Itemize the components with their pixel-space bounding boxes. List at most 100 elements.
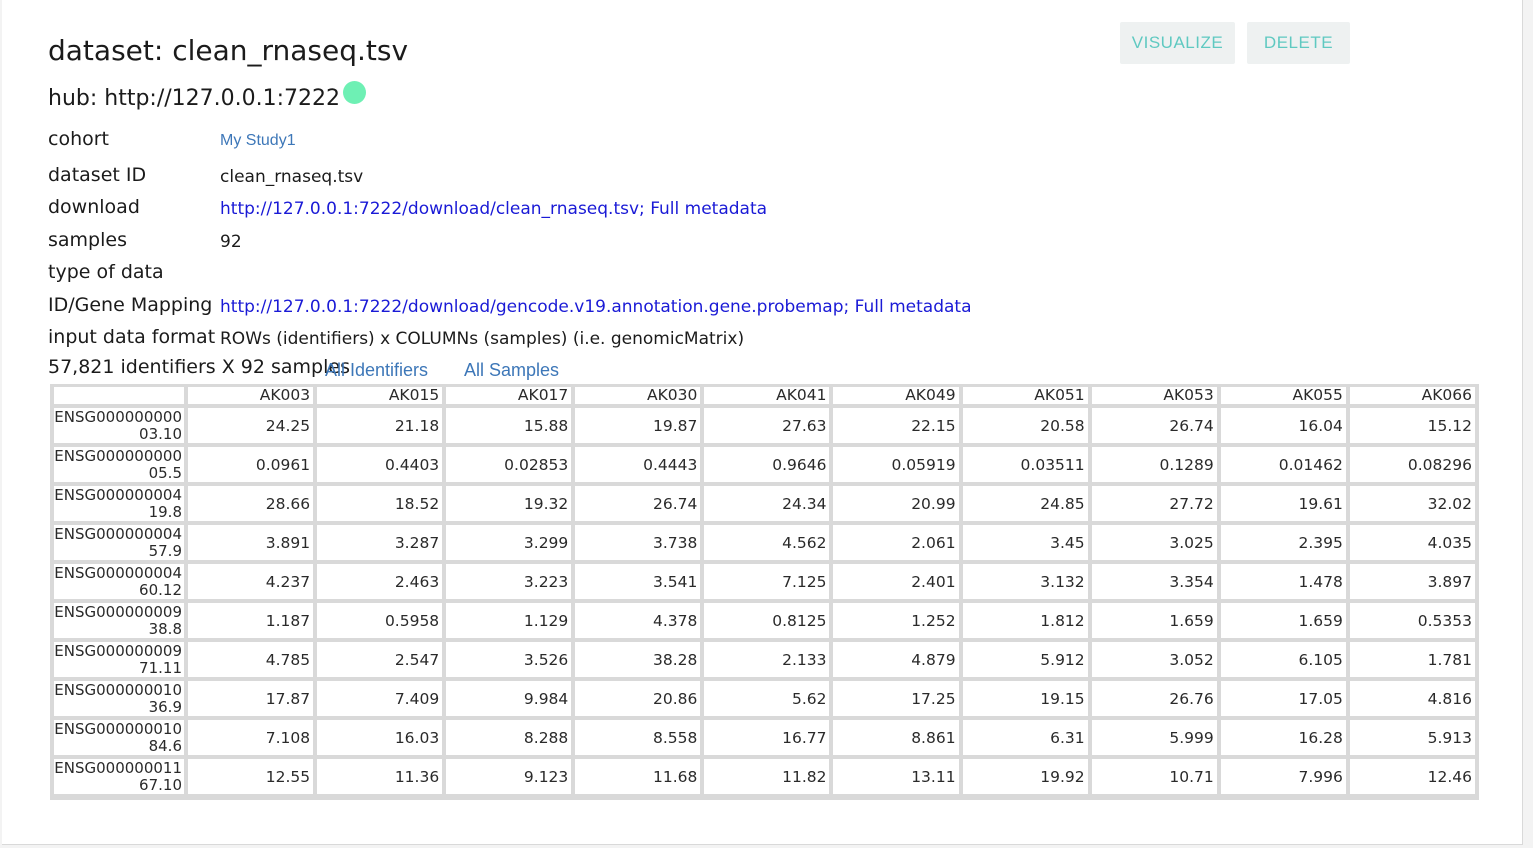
table-cell: 3.891: [188, 525, 314, 560]
table-cell: 22.15: [833, 408, 959, 443]
table-cell: 7.996: [1220, 759, 1346, 794]
table-cell: 24.25: [188, 408, 314, 443]
table-cell: 1.659: [1220, 603, 1346, 638]
row-identifier: ENSG00000001084.6: [54, 719, 184, 755]
cohort-label: cohort: [48, 128, 109, 150]
table-cell: 16.03: [317, 720, 443, 755]
table-cell: 3.052: [1091, 642, 1217, 677]
column-header-ak053: AK053: [1091, 387, 1217, 404]
probemap-link[interactable]: http://127.0.0.1:7222/download/gencode.v…: [220, 297, 844, 317]
table-cell: 26.76: [1091, 681, 1217, 716]
table-cell: 26.74: [1091, 408, 1217, 443]
table-cell: 3.526: [446, 642, 572, 677]
table-cell: 13.11: [833, 759, 959, 794]
column-header-ak017: AK017: [446, 387, 572, 404]
table-cell: 19.92: [962, 759, 1088, 794]
input-format-value: ROWs (identifiers) x COLUMNs (samples) (…: [220, 329, 745, 349]
table-cell: 3.287: [317, 525, 443, 560]
row-identifier: ENSG00000000457.9: [54, 524, 184, 560]
table-cell: 16.77: [704, 720, 830, 755]
column-header-ak041: AK041: [704, 387, 830, 404]
table-cell: 3.299: [446, 525, 572, 560]
column-header-ak051: AK051: [962, 387, 1088, 404]
download-separator: ;: [639, 199, 651, 219]
table-cell: 19.61: [1220, 486, 1346, 521]
table-cell: 17.25: [833, 681, 959, 716]
column-header-ak030: AK030: [575, 387, 701, 404]
table-row: ENSG00000000457.9 3.891 3.287 3.299 3.738 4.5…: [54, 525, 1475, 560]
row-identifier: ENSG00000001167.10: [54, 758, 184, 794]
visualize-button[interactable]: VISUALIZE: [1120, 22, 1235, 64]
cohort-link[interactable]: My Study1: [220, 132, 296, 150]
table-row: ENSG00000000419.8 28.66 18.52 19.32 26.74 24.…: [54, 486, 1475, 521]
download-link[interactable]: http://127.0.0.1:7222/download/clean_rna…: [220, 199, 639, 219]
table-cell: 20.58: [962, 408, 1088, 443]
table-cell: 0.0961: [188, 447, 314, 482]
table-cell: 0.4403: [317, 447, 443, 482]
table-cell: 5.912: [962, 642, 1088, 677]
table-cell: 15.88: [446, 408, 572, 443]
table-cell: 5.62: [704, 681, 830, 716]
table-cell: 21.18: [317, 408, 443, 443]
table-cell: 1.781: [1349, 642, 1475, 677]
table-cell: 17.87: [188, 681, 314, 716]
table-cell: 0.9646: [704, 447, 830, 482]
table-row: ENSG00000000003.10 24.25 21.18 15.88 19.87 27…: [54, 408, 1475, 443]
download-metadata-link[interactable]: Full metadata: [650, 199, 767, 219]
table-cell: 8.861: [833, 720, 959, 755]
id-gene-mapping-value: http://127.0.0.1:7222/download/gencode.v…: [220, 297, 972, 317]
table-cell: 19.15: [962, 681, 1088, 716]
table-cell: 9.123: [446, 759, 572, 794]
column-header-ak055: AK055: [1220, 387, 1346, 404]
table-cell: 4.562: [704, 525, 830, 560]
table-cell: 3.354: [1091, 564, 1217, 599]
all-samples-link[interactable]: All Samples: [464, 360, 559, 381]
table-cell: 20.86: [575, 681, 701, 716]
table-cell: 3.025: [1091, 525, 1217, 560]
table-cell: 0.4443: [575, 447, 701, 482]
table-cell: 27.72: [1091, 486, 1217, 521]
row-identifier: ENSG00000000419.8: [54, 485, 184, 521]
table-cell: 18.52: [317, 486, 443, 521]
delete-button[interactable]: DELETE: [1247, 22, 1350, 64]
table-cell: 17.05: [1220, 681, 1346, 716]
table-cell: 26.74: [575, 486, 701, 521]
all-identifiers-link[interactable]: All Identifiers: [325, 360, 428, 381]
table-cell: 0.5353: [1349, 603, 1475, 638]
table-cell: 4.378: [575, 603, 701, 638]
table-cell: 2.133: [704, 642, 830, 677]
table-row: ENSG00000001084.6 7.108 16.03 8.288 8.558 16.…: [54, 720, 1475, 755]
row-identifier: ENSG00000000005.5: [54, 446, 184, 482]
type-of-data-label: type of data: [48, 261, 164, 283]
table-cell: 2.547: [317, 642, 443, 677]
table-cell: 6.105: [1220, 642, 1346, 677]
table-cell: 2.061: [833, 525, 959, 560]
table-cell: 24.34: [704, 486, 830, 521]
mapping-metadata-link[interactable]: Full metadata: [855, 297, 972, 317]
table-row: ENSG00000001036.9 17.87 7.409 9.984 20.86 5.6…: [54, 681, 1475, 716]
table-cell: 12.46: [1349, 759, 1475, 794]
table-cell: 3.541: [575, 564, 701, 599]
table-cell: 3.132: [962, 564, 1088, 599]
table-cell: 3.897: [1349, 564, 1475, 599]
table-cell: 0.03511: [962, 447, 1088, 482]
table-cell: 1.478: [1220, 564, 1346, 599]
table-cell: 2.401: [833, 564, 959, 599]
table-cell: 11.36: [317, 759, 443, 794]
column-header-ak049: AK049: [833, 387, 959, 404]
table-cell: 11.68: [575, 759, 701, 794]
table-cell: 3.45: [962, 525, 1088, 560]
table-cell: 0.08296: [1349, 447, 1475, 482]
table-cell: 19.87: [575, 408, 701, 443]
mapping-separator: ;: [843, 297, 855, 317]
table-cell: 16.04: [1220, 408, 1346, 443]
table-cell: 0.05919: [833, 447, 959, 482]
table-cell: 24.85: [962, 486, 1088, 521]
table-cell: 2.463: [317, 564, 443, 599]
table-cell: 7.125: [704, 564, 830, 599]
table-cell: 3.223: [446, 564, 572, 599]
data-grid: AK003 AK015 AK017 AK030 AK041 AK049 AK051 AK053…: [50, 383, 1479, 798]
table-cell: 27.63: [704, 408, 830, 443]
download-label: download: [48, 196, 140, 218]
hub-heading: hub: http://127.0.0.1:7222: [48, 81, 367, 111]
